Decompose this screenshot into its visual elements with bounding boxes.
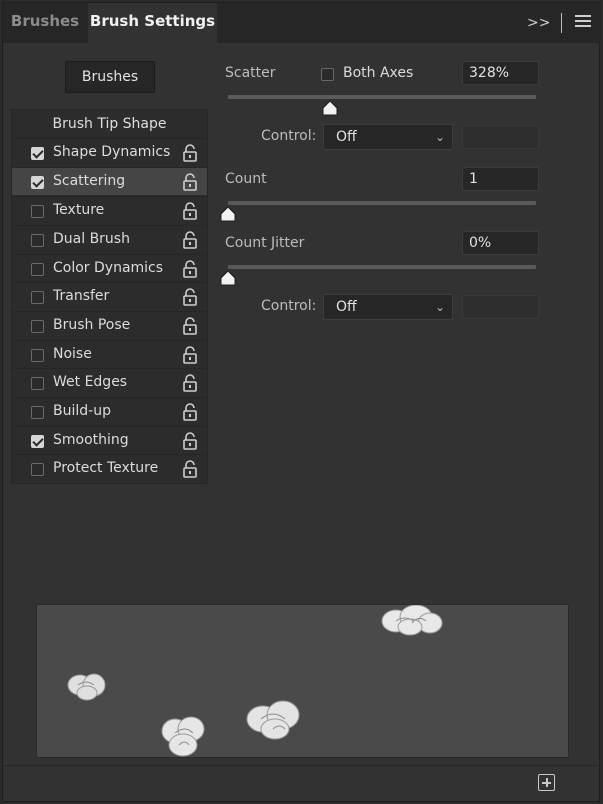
brush-stamp [161,716,205,757]
option-label: Transfer [53,288,110,304]
chevron-down-icon: ⌄ [434,300,445,314]
option-label: Noise [53,346,92,362]
brush-option-row[interactable]: Shape Dynamics [12,138,207,166]
lock-icon[interactable] [182,317,198,335]
scatter-control-label: Control: [261,128,317,144]
brush-option-row[interactable]: Transfer [12,282,207,310]
tab-bar: Brushes Brush Settings >> [3,3,601,43]
option-label: Build-up [53,403,111,419]
option-label: Wet Edges [53,374,128,390]
tab-separator [561,13,562,33]
brush-option-row[interactable]: Dual Brush [12,225,207,253]
brush-stroke-preview [36,604,569,758]
count-slider-track[interactable] [228,201,536,205]
option-checkbox[interactable] [31,406,44,419]
lock-icon[interactable] [182,173,198,191]
both-axes-label: Both Axes [343,65,414,81]
brush-option-row[interactable]: Texture [12,196,207,224]
count-jitter-control-dropdown[interactable]: Off ⌄ [323,294,453,320]
tab-brush-settings[interactable]: Brush Settings [88,3,217,43]
option-label: Texture [53,202,105,218]
brush-tip-shape-item[interactable]: Brush Tip Shape [12,110,207,138]
count-jitter-value-field[interactable]: 0% [462,231,539,255]
option-checkbox[interactable] [31,234,44,247]
new-brush-preset-icon[interactable] [538,774,555,791]
scatter-slider-track[interactable] [228,95,536,99]
expand-panel-icon[interactable]: >> [527,11,550,35]
option-label: Shape Dynamics [53,144,171,160]
lock-icon[interactable] [182,432,198,450]
count-value-field[interactable]: 1 [462,167,539,191]
lock-icon[interactable] [182,231,198,249]
lock-icon[interactable] [182,460,198,478]
lock-icon[interactable] [182,202,198,220]
scatter-control-dropdown[interactable]: Off ⌄ [323,124,453,150]
brush-option-row[interactable]: Protect Texture [12,454,207,482]
option-checkbox[interactable] [31,320,44,333]
option-checkbox[interactable] [31,176,44,189]
count-label: Count [225,171,267,187]
option-checkbox[interactable] [31,291,44,304]
option-checkbox[interactable] [31,435,44,448]
brush-option-row[interactable]: Smoothing [12,426,207,454]
option-checkbox[interactable] [31,377,44,390]
count-jitter-slider-track[interactable] [228,265,536,269]
lock-icon[interactable] [182,260,198,278]
scatter-control-field [462,125,539,149]
chevron-down-icon: ⌄ [434,130,445,144]
both-axes-checkbox[interactable] [321,68,334,81]
tab-brushes[interactable]: Brushes [3,3,87,43]
brush-stamp [246,700,300,740]
brush-option-row[interactable]: Scattering [12,167,207,195]
option-label: Protect Texture [53,460,159,476]
option-checkbox[interactable] [31,205,44,218]
brush-option-row[interactable]: Build-up [12,397,207,425]
scatter-control-value: Off [336,129,357,145]
brush-options-list: Brush Tip Shape Shape Dynamics Scattering… [11,109,208,484]
brush-option-row[interactable]: Color Dynamics [12,254,207,282]
brush-option-row[interactable]: Wet Edges [12,368,207,396]
lock-icon[interactable] [182,403,198,421]
option-label: Dual Brush [53,231,130,247]
count-jitter-control-label: Control: [261,298,317,314]
option-checkbox[interactable] [31,463,44,476]
brush-option-row[interactable]: Brush Pose [12,311,207,339]
brush-settings-panel: Brushes Brush Settings >> Brushes Brush … [2,2,601,802]
option-checkbox[interactable] [31,147,44,160]
count-jitter-control-value: Off [336,299,357,315]
lock-icon[interactable] [182,288,198,306]
brush-option-row[interactable]: Noise [12,340,207,368]
brush-stamp [67,673,106,701]
lock-icon[interactable] [182,144,198,162]
brush-stamp [381,605,443,636]
option-label: Smoothing [53,432,129,448]
option-checkbox[interactable] [31,263,44,276]
option-label: Color Dynamics [53,260,164,276]
option-checkbox[interactable] [31,349,44,362]
footer-divider [3,765,601,766]
option-label: Brush Pose [53,317,131,333]
option-label: Scattering [53,173,126,189]
lock-icon[interactable] [182,346,198,364]
count-jitter-control-field [462,295,539,319]
scatter-label: Scatter [225,65,276,81]
lock-icon[interactable] [182,374,198,392]
count-jitter-label: Count Jitter [225,235,305,251]
brushes-button[interactable]: Brushes [65,61,155,93]
scatter-value-field[interactable]: 328% [462,61,539,85]
panel-menu-icon[interactable] [575,15,591,29]
